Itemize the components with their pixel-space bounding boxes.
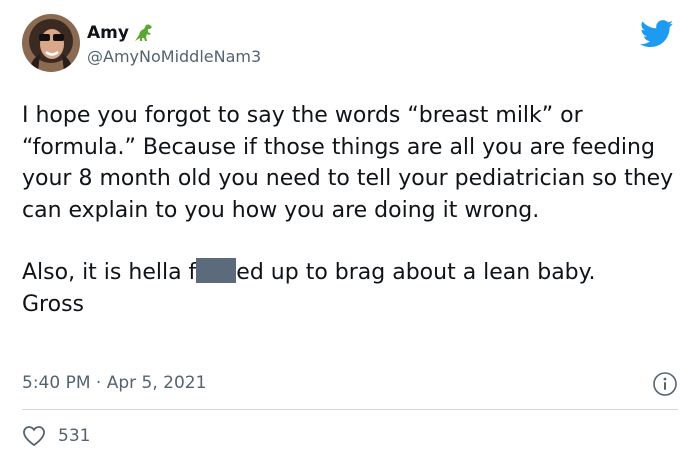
tweet-paragraph-3: Gross bbox=[22, 291, 84, 317]
info-icon[interactable] bbox=[652, 371, 678, 397]
tweet-text: I hope you forgot to say the words “brea… bbox=[22, 100, 682, 320]
tweet-paragraph-2: Also, it is hella f ed up to brag about a… bbox=[22, 257, 682, 320]
display-name[interactable]: Amy bbox=[87, 22, 155, 44]
avatar-photo bbox=[22, 14, 80, 72]
tweet-text-before-redaction: Also, it is hella f bbox=[22, 260, 197, 285]
divider bbox=[22, 409, 678, 410]
tweet-timestamp[interactable]: 5:40 PM · Apr 5, 2021 bbox=[22, 372, 206, 394]
author-handle[interactable]: @AmyNoMiddleNam3 bbox=[87, 47, 261, 67]
tweet-text-after-redaction: ed up to brag about a lean baby. bbox=[236, 260, 596, 285]
redaction-box bbox=[196, 258, 237, 283]
author-name[interactable]: Amy bbox=[87, 22, 129, 44]
tweet-paragraph-1: I hope you forgot to say the words “brea… bbox=[22, 103, 674, 223]
dinosaur-emoji-icon bbox=[133, 23, 155, 43]
like-button[interactable]: 531 bbox=[22, 425, 90, 447]
avatar[interactable] bbox=[22, 14, 80, 72]
like-count: 531 bbox=[58, 426, 91, 446]
twitter-bird-icon[interactable] bbox=[640, 20, 674, 48]
heart-icon bbox=[23, 426, 45, 447]
